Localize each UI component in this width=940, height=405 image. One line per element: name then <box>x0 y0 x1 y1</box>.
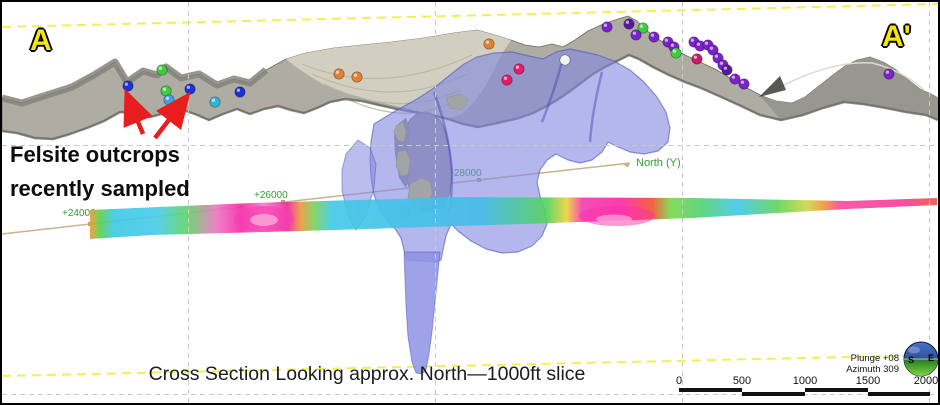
sample-point[interactable] <box>692 54 702 64</box>
sample-point[interactable] <box>185 84 195 94</box>
sample-point[interactable] <box>631 30 641 40</box>
sample-point[interactable] <box>334 69 344 79</box>
orientation-globe-icon[interactable]: S E <box>904 342 938 376</box>
sample-point[interactable] <box>484 39 494 49</box>
scale-label-1000: 1000 <box>793 375 817 387</box>
plunge-value: Plunge +08 <box>815 353 899 364</box>
sample-point[interactable] <box>157 65 167 75</box>
axis-name-label: North (Y) <box>636 157 681 169</box>
globe-letter-s: S <box>908 355 914 365</box>
scale-bar: 0 500 1000 1500 2000 <box>676 375 938 396</box>
scale-label-500: 500 <box>733 375 751 387</box>
sample-point[interactable] <box>210 97 220 107</box>
sample-point[interactable] <box>123 81 133 91</box>
figure-caption: Cross Section Looking approx. North—1000… <box>142 363 592 386</box>
scale-label-2000: 2000 <box>914 375 938 387</box>
felsite-annotation-line1: Felsite outcrops <box>10 138 190 172</box>
sample-point[interactable] <box>164 95 174 105</box>
sample-point[interactable] <box>602 22 612 32</box>
sample-point[interactable] <box>502 75 512 85</box>
felsite-annotation: Felsite outcrops recently sampled <box>10 138 190 206</box>
section-label-a: A <box>30 24 52 58</box>
scale-label-0: 0 <box>676 375 682 387</box>
sample-point[interactable] <box>514 64 524 74</box>
sample-point[interactable] <box>649 32 659 42</box>
felsite-annotation-line2: recently sampled <box>10 172 190 206</box>
view-orientation-info: Plunge +08 Azimuth 309 <box>815 353 899 376</box>
azimuth-value: Azimuth 309 <box>815 364 899 375</box>
scale-label-1500: 1500 <box>856 375 880 387</box>
sample-point[interactable] <box>884 69 894 79</box>
sample-point[interactable] <box>352 72 362 82</box>
globe-letter-e: E <box>928 353 934 363</box>
cross-section-viewport[interactable]: +24000 +26000 +28000 North (Y) <box>0 0 940 405</box>
sample-point[interactable] <box>624 19 634 29</box>
sample-point[interactable] <box>235 87 245 97</box>
sample-point[interactable] <box>722 65 732 75</box>
sample-point[interactable] <box>739 79 749 89</box>
section-label-a-prime: A' <box>882 20 911 54</box>
sample-point[interactable] <box>560 55 570 65</box>
felsite-tail <box>404 252 440 374</box>
axis-tick-26000: +26000 <box>254 190 288 201</box>
sample-point[interactable] <box>671 48 681 58</box>
